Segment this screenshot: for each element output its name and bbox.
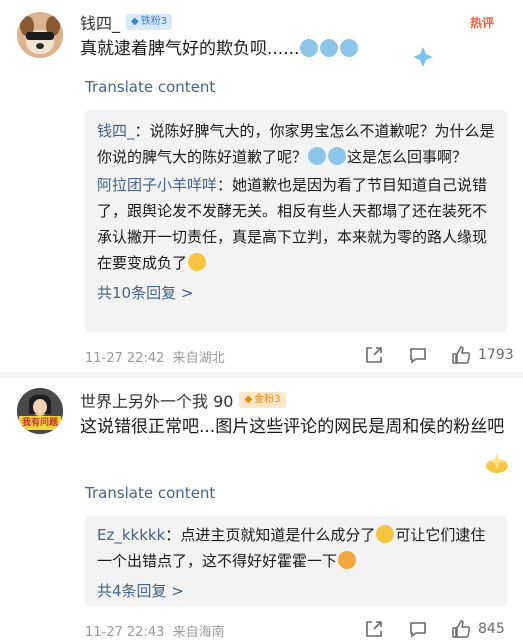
dog-avatar-icon xyxy=(17,12,63,58)
reply-box: 钱四_：说陈好脾气大的，你家男宝怎么不道歉呢？为什么是你说的脾气大的陈好道歉了呢… xyxy=(85,110,507,332)
like-icon[interactable] xyxy=(450,344,472,366)
fan-badge: ◆ 金粉3 xyxy=(239,392,286,408)
laugh-emoji-icon xyxy=(188,253,207,271)
avatar[interactable] xyxy=(17,12,63,58)
comment-header: 钱四_ ◆ 铁粉3 xyxy=(80,10,173,34)
like-count: 845 xyxy=(478,621,505,637)
translate-link[interactable]: Translate content xyxy=(85,78,215,96)
username[interactable]: 世界上另外一个我 90 xyxy=(80,388,233,412)
share-icon[interactable] xyxy=(364,345,384,365)
more-replies-link[interactable]: 共10条回复 > xyxy=(97,282,495,303)
hot-comment-badge: 热评 xyxy=(470,16,495,30)
comment-actions: 845 xyxy=(364,618,505,640)
timestamp: 11-27 22:43 xyxy=(85,625,165,640)
comment-meta: 11-27 22:42 来自湖北 xyxy=(85,347,225,366)
reply-item[interactable]: 钱四_：说陈好脾气大的，你家男宝怎么不道歉呢？为什么是你说的脾气大的陈好道歉了呢… xyxy=(97,118,495,170)
reply-username[interactable]: 阿拉团子小羊咩咩 xyxy=(97,176,217,194)
reply-item[interactable]: 阿拉团子小羊咩咩：她道歉也是因为看了节目知道自己说错了，跟舆论发不发酵无关。相反… xyxy=(97,172,495,276)
surprised-emoji-icon xyxy=(338,551,357,569)
fan-badge: ◆ 铁粉3 xyxy=(126,14,173,30)
emoji-icon xyxy=(300,39,319,57)
sparkle-icon xyxy=(484,452,510,478)
reply-username[interactable]: 钱四_ xyxy=(97,122,135,140)
emoji-icon xyxy=(328,147,347,165)
emoji-icon xyxy=(320,39,339,57)
smile-emoji-icon xyxy=(376,525,395,543)
like-count: 1793 xyxy=(478,347,514,363)
diamond-icon: ◆ xyxy=(244,394,253,405)
avatar-caption: 我有问题 xyxy=(21,418,58,428)
reply-username[interactable]: Ez_kkkkk xyxy=(97,526,165,544)
comment-header: 世界上另外一个我 90 ◆ 金粉3 xyxy=(80,388,286,412)
more-replies-link[interactable]: 共4条回复 > xyxy=(97,580,495,601)
location: 来自湖北 xyxy=(172,351,225,366)
location: 来自海南 xyxy=(172,625,225,640)
comment-meta: 11-27 22:43 来自海南 xyxy=(85,621,225,640)
comment-icon[interactable] xyxy=(408,345,428,365)
avatar[interactable]: 我有问题 xyxy=(17,388,63,434)
comment-icon[interactable] xyxy=(408,619,428,639)
comment-1: 钱四_ ◆ 铁粉3 热评 真就逮着脾气好的欺负呗...... Translate… xyxy=(0,0,523,372)
sparkle-icon xyxy=(412,46,434,72)
emoji-icon xyxy=(340,39,359,57)
comment-2: 我有问题 世界上另外一个我 90 ◆ 金粉3 这说错很正常吧...图片这些评论的… xyxy=(0,378,523,640)
comment-text: 这说错很正常吧...图片这些评论的网民是周和侯的粉丝吧 xyxy=(80,417,505,437)
share-icon[interactable] xyxy=(364,619,384,639)
diamond-icon: ◆ xyxy=(131,16,139,27)
reply-item[interactable]: Ez_kkkkk：点进主页就知道是什么成分了 可让它们逮住一个出错点了，这不得好好… xyxy=(97,522,495,574)
translate-link[interactable]: Translate content xyxy=(85,484,215,502)
timestamp: 11-27 22:42 xyxy=(85,351,165,366)
username[interactable]: 钱四_ xyxy=(80,10,120,34)
emoji-icon xyxy=(308,147,327,165)
comment-actions: 1793 xyxy=(364,344,514,366)
like-icon[interactable] xyxy=(450,618,472,640)
reply-box: Ez_kkkkk：点进主页就知道是什么成分了 可让它们逮住一个出错点了，这不得好好… xyxy=(85,516,507,606)
